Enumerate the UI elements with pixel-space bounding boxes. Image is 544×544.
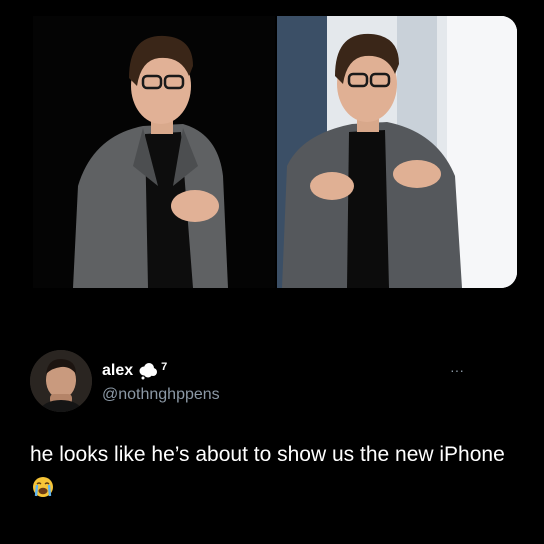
tweet-header: alex 7 @nothnghppens ··· bbox=[30, 350, 510, 420]
media-photo-right[interactable] bbox=[277, 16, 517, 288]
thought-bubble-icon bbox=[139, 362, 158, 380]
speaker-photo-dark bbox=[33, 16, 275, 288]
badge-count: 7 bbox=[161, 361, 168, 373]
name-row: alex 7 bbox=[102, 360, 167, 382]
user-handle[interactable]: @nothnghppens bbox=[102, 386, 220, 404]
loudly-crying-face-icon bbox=[32, 475, 54, 497]
media-photo-left[interactable] bbox=[33, 16, 275, 288]
tweet-text: he looks like he’s about to show us the … bbox=[30, 438, 510, 504]
tweet-body: he looks like he’s about to show us the … bbox=[30, 443, 505, 466]
avatar[interactable] bbox=[30, 350, 92, 412]
avatar-image bbox=[30, 350, 92, 412]
media-grid bbox=[0, 0, 544, 300]
speaker-photo-light bbox=[277, 16, 517, 288]
display-name[interactable]: alex bbox=[102, 362, 133, 380]
more-options-icon[interactable]: ··· bbox=[450, 362, 464, 378]
